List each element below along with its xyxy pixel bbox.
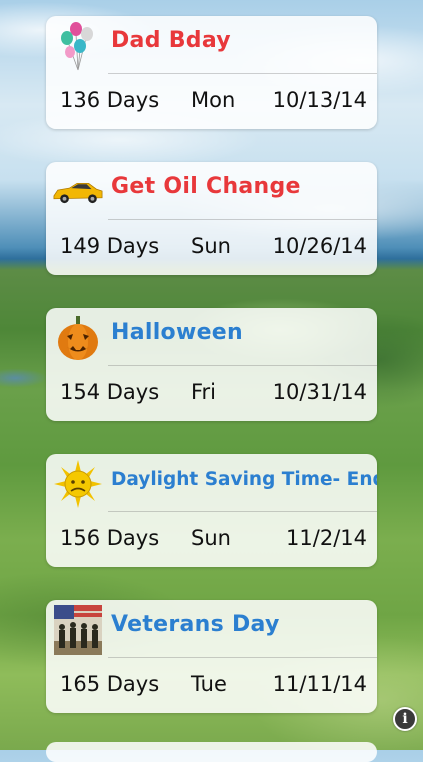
event-title-row: Daylight Saving Time- End (46, 454, 377, 511)
event-card-dad-bday[interactable]: Dad Bday 136 Days Mon 10/13/14 (46, 16, 377, 129)
event-title: Halloween (111, 320, 243, 345)
divider (108, 219, 377, 220)
event-date: 10/13/14 (272, 88, 367, 112)
event-card-get-oil-change[interactable]: Get Oil Change 149 Days Sun 10/26/14 (46, 162, 377, 275)
days-remaining: 154 Days (60, 380, 160, 404)
day-of-week: Tue (191, 672, 227, 696)
day-of-week: Fri (191, 380, 217, 404)
event-title-row: Dad Bday (46, 16, 377, 73)
days-remaining: 156 Days (60, 526, 160, 550)
day-of-week: Mon (191, 88, 236, 112)
event-card-halloween[interactable]: Halloween 154 Days Fri 10/31/14 (46, 308, 377, 421)
pumpkin-icon (52, 314, 104, 362)
divider (108, 511, 377, 512)
event-title-row: Get Oil Change (46, 162, 377, 219)
event-title-row: Veterans Day (46, 600, 377, 657)
day-of-week: Sun (191, 526, 231, 550)
event-title: Daylight Saving Time- End (111, 469, 377, 490)
sports-car-icon (52, 168, 104, 216)
info-glyph: i (402, 711, 408, 727)
event-title: Dad Bday (111, 28, 231, 53)
info-icon[interactable]: i (393, 707, 417, 731)
divider (108, 365, 377, 366)
next-event-card-peek[interactable] (46, 742, 377, 762)
event-title: Veterans Day (111, 612, 280, 637)
day-of-week: Sun (191, 234, 231, 258)
event-title-row: Halloween (46, 308, 377, 365)
divider (108, 657, 377, 658)
divider (108, 73, 377, 74)
event-date: 10/26/14 (272, 234, 367, 258)
sun-icon (52, 460, 104, 508)
days-remaining: 165 Days (60, 672, 160, 696)
event-date: 10/31/14 (272, 380, 367, 404)
days-remaining: 149 Days (60, 234, 160, 258)
days-remaining: 136 Days (60, 88, 160, 112)
event-card-daylight-saving-time-end[interactable]: Daylight Saving Time- End 156 Days Sun 1… (46, 454, 377, 567)
balloons-icon (52, 22, 104, 71)
event-title: Get Oil Change (111, 174, 301, 199)
event-card-veterans-day[interactable]: Veterans Day 165 Days Tue 11/11/14 (46, 600, 377, 713)
event-date: 11/11/14 (272, 672, 367, 696)
event-date: 11/2/14 (286, 526, 367, 550)
soldiers-flag-icon (52, 605, 104, 655)
